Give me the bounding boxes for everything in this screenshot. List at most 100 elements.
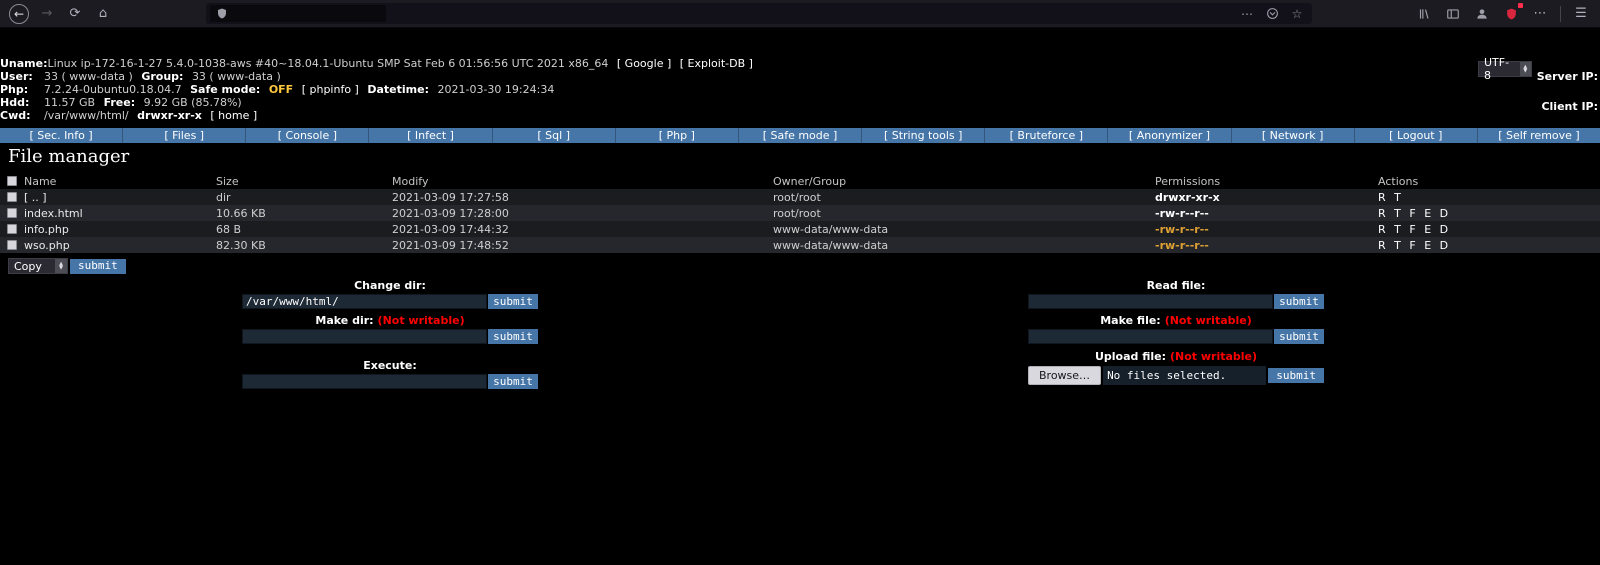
table-row: info.php 68 B 2021-03-09 17:44:32 www-da…: [0, 221, 1600, 237]
file-owner: www-data/www-data: [773, 223, 1155, 236]
row-checkbox[interactable]: [7, 208, 17, 218]
file-action-link[interactable]: R: [1378, 239, 1386, 252]
make-file-label: Make file:: [1100, 314, 1160, 327]
nav-item[interactable]: [ Php ]: [616, 128, 739, 143]
ublock-badge: [1518, 3, 1523, 8]
read-file-input[interactable]: [1028, 294, 1273, 309]
file-action-link[interactable]: T: [1394, 223, 1401, 236]
back-button[interactable]: ←: [6, 2, 32, 26]
change-dir-input[interactable]: [242, 294, 487, 309]
file-action-link[interactable]: D: [1440, 239, 1448, 252]
execute-input[interactable]: [242, 374, 487, 389]
uname-line: Uname: Linux ip-172-16-1-27 5.4.0-1038-a…: [0, 57, 1600, 70]
upload-file-group: Upload file:(Not writable) Browse… No fi…: [1028, 350, 1324, 385]
nav-item[interactable]: [ Files ]: [123, 128, 246, 143]
bulk-action-submit-button[interactable]: submit: [70, 259, 126, 274]
file-action-link[interactable]: F: [1409, 207, 1415, 220]
user-line: User: 33 ( www-data ) Group: 33 ( www-da…: [0, 70, 1600, 83]
ublock-button[interactable]: [1498, 2, 1524, 26]
tracking-shield-icon: [216, 7, 228, 20]
nav-item[interactable]: [ Safe mode ]: [739, 128, 862, 143]
column-modify: Modify: [392, 175, 773, 188]
nav-item[interactable]: [ String tools ]: [862, 128, 985, 143]
library-button[interactable]: [1411, 2, 1437, 26]
row-checkbox[interactable]: [7, 192, 17, 202]
pocket-button[interactable]: [1261, 5, 1283, 23]
uname-label: Uname:: [0, 57, 48, 70]
file-size: 10.66 KB: [216, 207, 392, 220]
file-name-link[interactable]: wso.php: [24, 239, 216, 252]
file-action-link[interactable]: D: [1440, 223, 1448, 236]
file-action-link[interactable]: E: [1424, 223, 1431, 236]
exploitdb-link[interactable]: [ Exploit-DB ]: [680, 57, 753, 70]
file-action-link[interactable]: F: [1409, 239, 1415, 252]
file-action-link[interactable]: R: [1378, 223, 1386, 236]
quick-forms: Change dir: submit Make dir:(Not writabl…: [0, 279, 1600, 439]
file-permissions-link[interactable]: -rw-r--r--: [1155, 223, 1378, 236]
file-name-link[interactable]: [ .. ]: [24, 191, 216, 204]
select-all-checkbox[interactable]: [7, 176, 17, 186]
cwd-path-link[interactable]: /var/www/html/: [44, 109, 129, 122]
browse-button[interactable]: Browse…: [1028, 366, 1101, 385]
reload-button[interactable]: ⟳: [62, 2, 88, 26]
make-dir-group: Make dir:(Not writable) submit: [242, 314, 538, 344]
row-checkbox[interactable]: [7, 224, 17, 234]
row-checkbox[interactable]: [7, 240, 17, 250]
url-bar[interactable]: ⋯ ☆: [206, 3, 1312, 24]
sidebar-button[interactable]: [1440, 2, 1466, 26]
nav-item[interactable]: [ Self remove ]: [1478, 128, 1600, 143]
change-dir-submit-button[interactable]: submit: [488, 294, 538, 309]
bookmark-star-button[interactable]: ☆: [1286, 5, 1308, 23]
make-dir-input[interactable]: [242, 329, 487, 344]
make-file-input[interactable]: [1028, 329, 1273, 344]
file-table-header: Name Size Modify Owner/Group Permissions…: [0, 173, 1600, 189]
nav-item[interactable]: [ Sql ]: [493, 128, 616, 143]
upload-file-label: Upload file:: [1095, 350, 1166, 363]
file-name-link[interactable]: info.php: [24, 223, 216, 236]
overflow-button[interactable]: ⋯: [1527, 2, 1553, 26]
file-action-link[interactable]: E: [1424, 239, 1431, 252]
file-action-link[interactable]: R: [1378, 191, 1386, 204]
nav-item[interactable]: [ Network ]: [1232, 128, 1355, 143]
make-file-submit-button[interactable]: submit: [1274, 329, 1324, 344]
menu-button[interactable]: ☰: [1568, 2, 1594, 26]
upload-submit-button[interactable]: submit: [1268, 368, 1324, 383]
nav-item[interactable]: [ Sec. Info ]: [0, 128, 123, 143]
bulk-action-select[interactable]: Copy ▲▼: [8, 258, 68, 274]
google-link[interactable]: [ Google ]: [617, 57, 671, 70]
charset-select[interactable]: UTF-8 ▲▼: [1478, 61, 1532, 77]
toolbar-right-group: ⋯ ☰: [1411, 2, 1594, 26]
forward-button[interactable]: →: [34, 2, 60, 26]
nav-item[interactable]: [ Anonymizer ]: [1108, 128, 1231, 143]
file-permissions-link[interactable]: -rw-r--r--: [1155, 239, 1378, 252]
file-actions: R T F E D: [1378, 223, 1600, 236]
file-action-link[interactable]: F: [1409, 223, 1415, 236]
nav-item[interactable]: [ Logout ]: [1355, 128, 1478, 143]
file-modify: 2021-03-09 17:48:52: [392, 239, 773, 252]
free-label: Free:: [104, 96, 136, 109]
make-dir-submit-button[interactable]: submit: [488, 329, 538, 344]
file-action-link[interactable]: E: [1424, 207, 1431, 220]
file-action-link[interactable]: R: [1378, 207, 1386, 220]
cwd-line: Cwd: /var/www/html/ drwxr-xr-x [ home ]: [0, 109, 1600, 122]
file-name-link[interactable]: index.html: [24, 207, 216, 220]
read-file-submit-button[interactable]: submit: [1274, 294, 1324, 309]
nav-item[interactable]: [ Bruteforce ]: [985, 128, 1108, 143]
url-text-selection: [210, 5, 386, 22]
file-action-link[interactable]: T: [1394, 191, 1401, 204]
execute-submit-button[interactable]: submit: [488, 374, 538, 389]
home-button[interactable]: ⌂: [90, 2, 116, 26]
nav-item[interactable]: [ Console ]: [246, 128, 369, 143]
file-action-link[interactable]: T: [1394, 239, 1401, 252]
file-action-link[interactable]: T: [1394, 207, 1401, 220]
file-action-link[interactable]: D: [1440, 207, 1448, 220]
nav-item[interactable]: [ Infect ]: [369, 128, 492, 143]
account-button[interactable]: [1469, 2, 1495, 26]
file-permissions-link[interactable]: -rw-r--r--: [1155, 207, 1378, 220]
phpinfo-link[interactable]: [ phpinfo ]: [302, 83, 359, 96]
group-label: Group:: [141, 70, 183, 83]
home-link[interactable]: [ home ]: [210, 109, 257, 122]
file-permissions-link[interactable]: drwxr-xr-x: [1155, 191, 1378, 204]
page-actions-button[interactable]: ⋯: [1236, 5, 1258, 23]
bookmark-star-icon: ☆: [1292, 7, 1303, 21]
